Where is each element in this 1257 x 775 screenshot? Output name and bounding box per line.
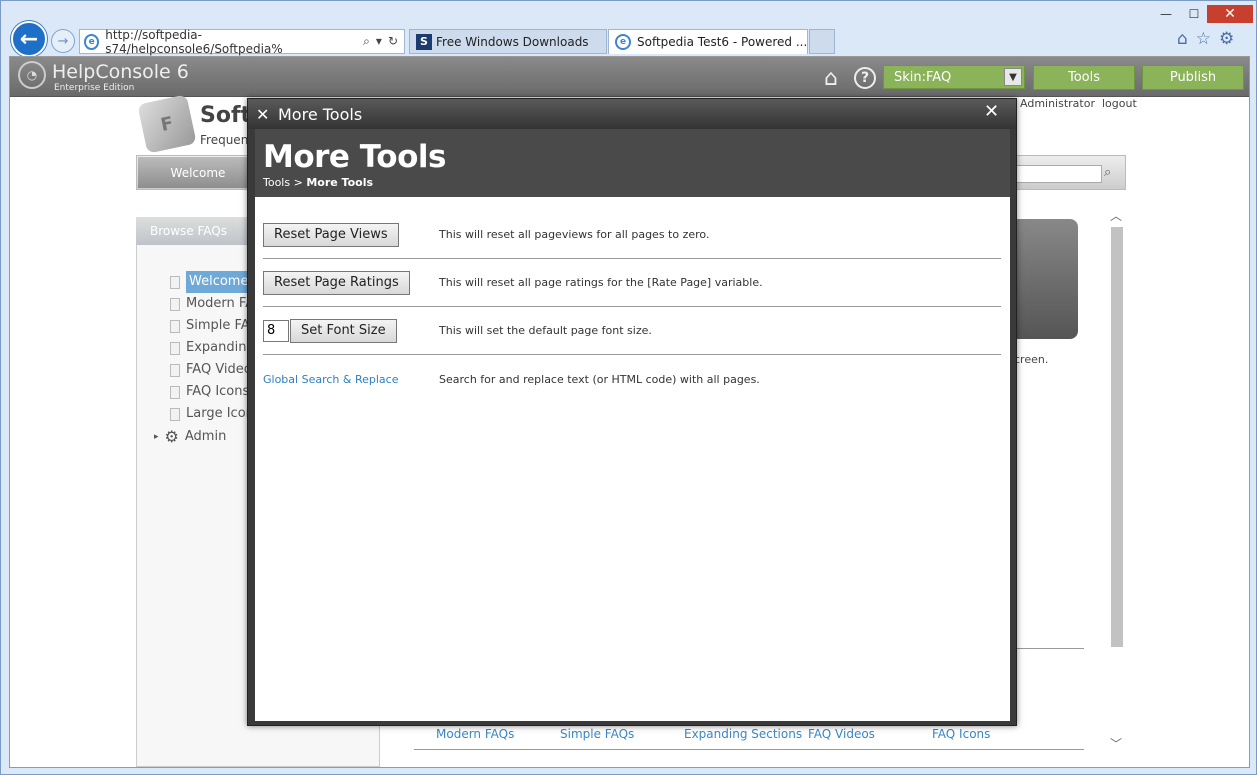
- document-icon: [170, 275, 180, 289]
- address-bar[interactable]: e http://softpedia-s74/helpconsole6/Soft…: [79, 27, 405, 56]
- link-faq-videos[interactable]: FAQ Videos: [808, 727, 932, 741]
- browser-window: — ☐ ✕ ← → e http://softpedia-s74/helpcon…: [0, 0, 1257, 775]
- tree-item[interactable]: Welcome: [170, 271, 255, 293]
- site-subtitle: Frequen: [200, 133, 249, 147]
- site-title: Soft: [200, 103, 252, 128]
- tab-close-icon[interactable]: ✕: [807, 35, 808, 49]
- search-icon[interactable]: ⌕: [363, 34, 370, 49]
- bottom-links: Modern FAQs Simple FAQs Expanding Sectio…: [436, 727, 1056, 741]
- document-icon: [170, 363, 180, 377]
- dialog-title-bar: More Tools: [248, 99, 1016, 129]
- chevron-down-icon: ▼: [1004, 68, 1022, 86]
- user-name[interactable]: Administrator: [1020, 97, 1095, 110]
- scroll-down-icon[interactable]: ﹀: [1110, 735, 1122, 752]
- dialog-banner: More Tools Tools > More Tools: [255, 129, 1010, 197]
- address-text: http://softpedia-s74/helpconsole6/Softpe…: [105, 27, 283, 56]
- tree-item[interactable]: Expanding: [170, 337, 255, 359]
- link-faq-icons[interactable]: FAQ Icons: [932, 727, 1056, 741]
- tool-description: This will reset all pageviews for all pa…: [439, 228, 710, 241]
- logout-link[interactable]: logout: [1102, 97, 1137, 110]
- minimize-button[interactable]: —: [1153, 5, 1179, 23]
- tool-description: Search for and replace text (or HTML cod…: [439, 372, 760, 386]
- favorites-star-icon[interactable]: ☆: [1196, 29, 1211, 49]
- tree-item[interactable]: Modern FA: [170, 293, 255, 315]
- faq-tree: Welcome Modern FA Simple FA Expanding FA…: [170, 271, 255, 425]
- tool-row: Global Search & Replace Search for and r…: [263, 355, 1001, 403]
- font-size-input[interactable]: 8: [263, 319, 289, 342]
- global-search-replace-link[interactable]: Global Search & Replace: [263, 373, 398, 386]
- breadcrumb-current: More Tools: [306, 176, 374, 189]
- right-panel-text: creen.: [1014, 353, 1049, 366]
- forward-arrow-icon[interactable]: →: [51, 29, 75, 53]
- tree-item[interactable]: FAQ Icons: [170, 381, 255, 403]
- link-expanding-sections[interactable]: Expanding Sections: [684, 727, 808, 741]
- helpconsole-toolbar: ◔ HelpConsole 6 Enterprise Edition ⌂ ? S…: [10, 57, 1249, 97]
- tool-row: 8 Set Font Size This will set the defaul…: [263, 307, 1001, 355]
- document-icon: [170, 407, 180, 421]
- document-icon: [170, 297, 180, 311]
- tool-row: Reset Page Views This will reset all pag…: [263, 211, 1001, 259]
- breadcrumb-tools[interactable]: Tools: [263, 176, 290, 189]
- helpconsole-logo-icon: ◔: [18, 61, 46, 89]
- refresh-icon[interactable]: ↻: [388, 34, 398, 49]
- settings-gear-icon[interactable]: ⚙: [1219, 29, 1234, 49]
- expand-arrow-icon[interactable]: ▸: [154, 432, 159, 442]
- publish-button[interactable]: Publish: [1142, 65, 1244, 90]
- tools-icon: ✕: [256, 105, 270, 124]
- link-simple-faqs[interactable]: Simple FAQs: [560, 727, 684, 741]
- tool-description: This will reset all page ratings for the…: [439, 276, 763, 289]
- help-icon[interactable]: ?: [854, 67, 876, 89]
- reset-page-views-button[interactable]: Reset Page Views: [263, 222, 399, 247]
- more-tools-dialog: More Tools ✕ ✕ More Tools Tools > More T…: [247, 98, 1017, 726]
- scrollbar[interactable]: [1111, 227, 1123, 647]
- home-icon[interactable]: ⌂: [824, 66, 838, 91]
- tools-button[interactable]: Tools: [1033, 65, 1135, 90]
- gear-icon: ⚙: [164, 427, 179, 446]
- tree-item-admin[interactable]: ▸ ⚙ Admin: [154, 427, 226, 446]
- close-window-button[interactable]: ✕: [1207, 5, 1253, 23]
- tree-item[interactable]: Simple FA: [170, 315, 255, 337]
- tab-softpedia-test6[interactable]: e Softpedia Test6 - Powered ... ✕: [608, 29, 808, 54]
- dialog-close-button[interactable]: ✕: [984, 101, 999, 122]
- faq-cube-logo: F: [137, 94, 197, 154]
- breadcrumb: Tools > More Tools: [263, 176, 374, 189]
- maximize-button[interactable]: ☐: [1181, 5, 1207, 23]
- search-icon[interactable]: ⌕: [1104, 165, 1111, 180]
- chat-bubble-image: [1010, 219, 1078, 339]
- scroll-up-icon[interactable]: ︿: [1110, 207, 1122, 224]
- helpconsole-title: HelpConsole 6: [52, 61, 189, 83]
- new-tab-button[interactable]: [809, 29, 835, 54]
- helpconsole-edition: Enterprise Edition: [54, 83, 135, 93]
- ie-logo-icon: e: [84, 33, 100, 50]
- banner-title: More Tools: [263, 139, 446, 175]
- document-icon: [170, 385, 180, 399]
- nav-welcome[interactable]: Welcome: [138, 157, 258, 188]
- reset-page-ratings-button[interactable]: Reset Page Ratings: [263, 270, 410, 295]
- back-arrow-icon[interactable]: ←: [11, 21, 47, 57]
- user-links: Administrator logout: [1020, 97, 1137, 110]
- set-font-size-button[interactable]: Set Font Size: [290, 318, 397, 343]
- tab-free-windows-downloads[interactable]: S Free Windows Downloads: [409, 29, 607, 54]
- tool-description: This will set the default page font size…: [439, 324, 652, 337]
- tool-row: Reset Page Ratings This will reset all p…: [263, 259, 1001, 307]
- softpedia-s-icon: S: [416, 33, 432, 50]
- dialog-body: More Tools Tools > More Tools Reset Page…: [255, 129, 1010, 721]
- link-modern-faqs[interactable]: Modern FAQs: [436, 727, 560, 741]
- tree-item[interactable]: FAQ Video: [170, 359, 255, 381]
- dropdown-icon[interactable]: ▾: [376, 34, 382, 49]
- divider: [414, 749, 1084, 750]
- document-icon: [170, 341, 180, 355]
- ie-logo-icon: e: [615, 34, 631, 50]
- home-icon[interactable]: ⌂: [1177, 29, 1188, 49]
- skin-select[interactable]: Skin:FAQ ▼: [883, 65, 1025, 89]
- document-icon: [170, 319, 180, 333]
- tree-item[interactable]: Large Icon: [170, 403, 255, 425]
